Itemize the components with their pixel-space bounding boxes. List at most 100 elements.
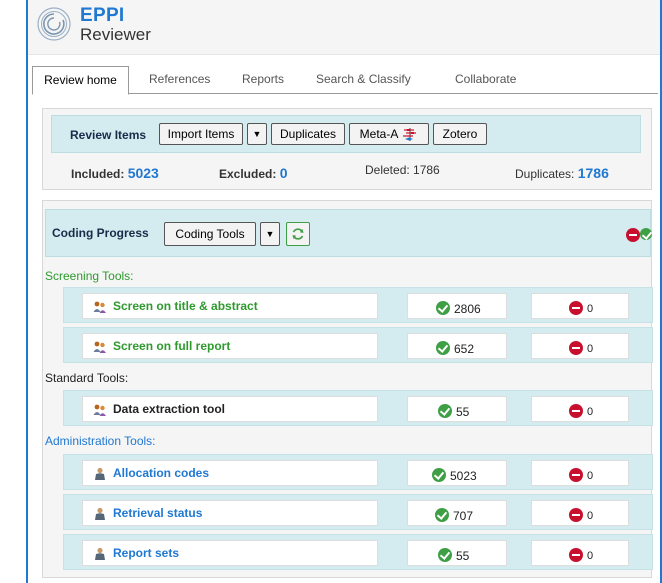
incomplete-count-cell[interactable]: 0 xyxy=(531,540,629,566)
deleted-stat[interactable]: Deleted: 1786 xyxy=(365,163,440,177)
minus-circle-icon xyxy=(569,403,583,418)
tool-name[interactable]: Screen on title & abstract xyxy=(113,299,258,313)
incomplete-count-cell[interactable]: 0 xyxy=(531,500,629,526)
completed-count-cell[interactable]: 55 xyxy=(407,396,507,422)
completed-count-cell[interactable]: 2806 xyxy=(407,293,507,319)
completed-value: 55 xyxy=(456,405,470,419)
tool-row: Allocation codes 5023 0 xyxy=(63,454,653,490)
refresh-button[interactable] xyxy=(286,222,310,246)
incomplete-value: 0 xyxy=(587,303,594,315)
completed-count-cell[interactable]: 707 xyxy=(407,500,507,526)
app-frame: EPPI Reviewer Review home References Rep… xyxy=(26,0,662,583)
screening-tools-label: Screening Tools: xyxy=(45,269,134,283)
zotero-button[interactable]: Zotero xyxy=(433,123,487,145)
tab-search-classify[interactable]: Search & Classify xyxy=(316,66,411,94)
tool-name-cell[interactable]: Data extraction tool xyxy=(82,396,378,422)
completed-count[interactable]: 55 xyxy=(438,547,469,563)
incomplete-count[interactable]: 0 xyxy=(569,507,593,522)
tool-name[interactable]: Data extraction tool xyxy=(113,402,225,416)
incomplete-value: 0 xyxy=(587,406,594,418)
tool-name[interactable]: Allocation codes xyxy=(113,466,209,480)
included-label: Included: xyxy=(71,167,125,181)
completed-count[interactable]: 2806 xyxy=(436,300,481,316)
tool-name[interactable]: Report sets xyxy=(113,546,179,560)
tool-row: Data extraction tool 55 0 xyxy=(63,390,653,426)
completed-count-cell[interactable]: 652 xyxy=(407,333,507,359)
import-items-dropdown-button[interactable]: ▼ xyxy=(247,123,267,145)
completed-count[interactable]: 652 xyxy=(436,340,474,356)
completed-count-cell[interactable]: 55 xyxy=(407,540,507,566)
minus-circle-icon[interactable] xyxy=(626,228,640,242)
review-items-toolbar: Review Items Import Items ▼ Duplicates M… xyxy=(51,115,641,153)
included-stat[interactable]: Included: 5023 xyxy=(71,165,159,181)
minus-circle-icon xyxy=(569,507,583,522)
tool-name-cell[interactable]: Report sets xyxy=(82,540,378,566)
refresh-icon xyxy=(292,228,304,240)
incomplete-count[interactable]: 0 xyxy=(569,403,593,418)
admin-person-icon xyxy=(95,547,105,560)
standard-tools-label: Standard Tools: xyxy=(45,371,129,385)
incomplete-count-cell[interactable]: 0 xyxy=(531,293,629,319)
check-circle-icon xyxy=(438,548,452,562)
incomplete-count-cell[interactable]: 0 xyxy=(531,333,629,359)
incomplete-count[interactable]: 0 xyxy=(569,300,593,315)
tab-reports[interactable]: Reports xyxy=(242,66,284,94)
incomplete-value: 0 xyxy=(587,510,594,522)
admin-person-icon xyxy=(95,467,105,480)
meta-a-button[interactable]: Meta-A xyxy=(349,123,429,145)
excluded-count[interactable]: 0 xyxy=(280,165,288,181)
tab-references[interactable]: References xyxy=(149,66,210,94)
tool-name[interactable]: Screen on full report xyxy=(113,339,230,353)
people-icon xyxy=(93,404,106,416)
incomplete-count[interactable]: 0 xyxy=(569,467,593,482)
completed-count-cell[interactable]: 5023 xyxy=(407,460,507,486)
people-icon xyxy=(93,301,106,313)
tool-name[interactable]: Retrieval status xyxy=(113,506,202,520)
administration-tools-label: Administration Tools: xyxy=(45,434,156,448)
incomplete-count-cell[interactable]: 0 xyxy=(531,460,629,486)
check-circle-icon[interactable] xyxy=(640,228,652,240)
completed-count[interactable]: 5023 xyxy=(432,467,477,483)
check-circle-icon xyxy=(436,301,450,315)
incomplete-value: 0 xyxy=(587,343,594,355)
incomplete-count[interactable]: 0 xyxy=(569,547,593,562)
tool-row: Screen on full report 652 0 xyxy=(63,327,653,363)
excluded-label: Excluded: xyxy=(219,167,277,181)
completed-count[interactable]: 55 xyxy=(438,403,469,419)
review-items-title: Review Items xyxy=(70,128,147,142)
duplicates-button[interactable]: Duplicates xyxy=(271,123,345,145)
app-header: EPPI Reviewer xyxy=(28,0,660,55)
excluded-stat[interactable]: Excluded: 0 xyxy=(219,165,288,181)
coding-progress-panel: Coding Progress Coding Tools ▼ Screening… xyxy=(42,200,653,578)
tab-review-home[interactable]: Review home xyxy=(32,66,129,95)
coding-tools-button[interactable]: Coding Tools xyxy=(164,222,256,246)
duplicates-count[interactable]: 1786 xyxy=(578,165,609,181)
import-items-button[interactable]: Import Items xyxy=(159,123,243,145)
tool-row: Screen on title & abstract 2806 0 xyxy=(63,287,653,323)
tool-name-cell[interactable]: Screen on full report xyxy=(82,333,378,359)
incomplete-count-cell[interactable]: 0 xyxy=(531,396,629,422)
duplicates-stat[interactable]: Duplicates: 1786 xyxy=(515,165,609,181)
completed-value: 5023 xyxy=(450,469,477,483)
tool-name-cell[interactable]: Allocation codes xyxy=(82,460,378,486)
tool-row: Retrieval status 707 0 xyxy=(63,494,653,530)
coding-tools-dropdown-button[interactable]: ▼ xyxy=(260,222,280,246)
minus-circle-icon xyxy=(569,340,583,355)
completed-value: 55 xyxy=(456,549,470,563)
minus-circle-icon xyxy=(569,547,583,562)
minus-circle-icon xyxy=(569,300,583,315)
tab-collaborate[interactable]: Collaborate xyxy=(455,66,516,94)
tool-name-cell[interactable]: Retrieval status xyxy=(82,500,378,526)
completed-count[interactable]: 707 xyxy=(435,507,473,523)
main-tabs: Review home References Reports Search & … xyxy=(32,66,658,95)
logo-reviewer-text: Reviewer xyxy=(80,25,151,44)
logo-eppi-text: EPPI xyxy=(80,5,125,26)
included-count[interactable]: 5023 xyxy=(128,165,159,181)
meta-a-label: Meta-A xyxy=(359,127,399,141)
tool-name-cell[interactable]: Screen on title & abstract xyxy=(82,293,378,319)
minus-circle-icon xyxy=(569,467,583,482)
incomplete-count[interactable]: 0 xyxy=(569,340,593,355)
people-icon xyxy=(93,341,106,353)
review-items-panel: Review Items Import Items ▼ Duplicates M… xyxy=(42,108,652,190)
check-circle-icon xyxy=(436,341,450,355)
